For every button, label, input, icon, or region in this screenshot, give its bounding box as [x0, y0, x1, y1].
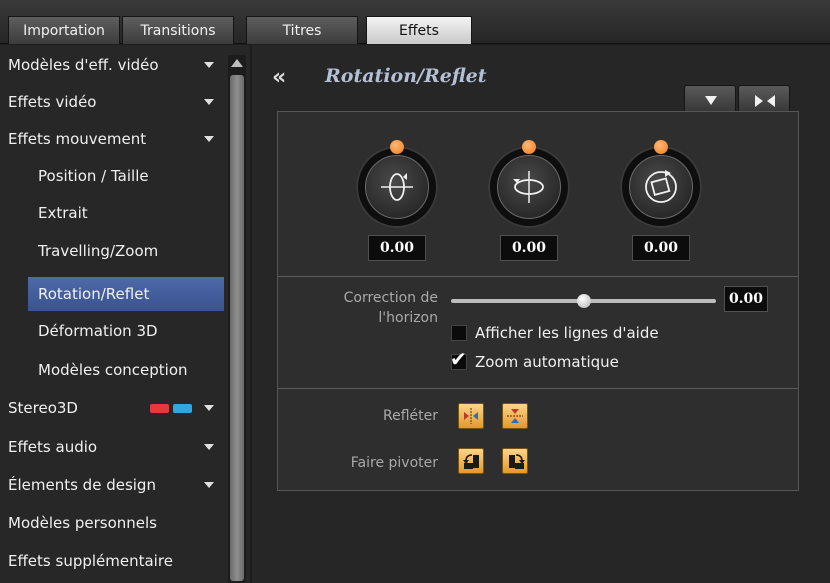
- sidebar-item-rotation-reflet[interactable]: Rotation/Reflet: [28, 277, 224, 311]
- tab-importation[interactable]: Importation: [8, 16, 120, 44]
- sidebar-item-position-taille[interactable]: Position / Taille: [0, 158, 226, 194]
- effect-settings-panel: « Rotation/Reflet 0.00 0.00 0.00 Correct…: [252, 45, 830, 583]
- stereo-3d-glasses-icon: [150, 404, 192, 413]
- dial-knob[interactable]: [390, 140, 404, 154]
- rotate-y-dial[interactable]: [488, 140, 570, 228]
- sidebar-item-modeles-conception[interactable]: Modèles conception: [0, 352, 226, 388]
- sidebar-item-label: Modèles conception: [38, 361, 188, 379]
- rotate-z-axis-icon: [645, 170, 677, 203]
- tab-effets[interactable]: Effets: [366, 16, 472, 44]
- chevron-down-icon: [204, 444, 214, 450]
- sidebar-item-modeles-personnels[interactable]: Modèles personnels: [0, 505, 226, 541]
- arrow-right-icon: [755, 95, 763, 107]
- rotate-label: Faire pivoter: [350, 455, 438, 471]
- rotate-left-button[interactable]: [458, 448, 484, 474]
- rotate-right-icon: [509, 454, 525, 469]
- dial-knob[interactable]: [522, 140, 536, 154]
- sidebar-item-label: Modèles d'eff. vidéo: [8, 56, 159, 74]
- sidebar-item-modeles-eff-video[interactable]: Modèles d'eff. vidéo: [0, 47, 226, 83]
- rotate-x-dial[interactable]: [356, 140, 438, 228]
- sidebar-item-label: Extrait: [38, 204, 88, 222]
- sidebar-item-label: Position / Taille: [38, 167, 149, 185]
- sidebar-item-effets-mouvement[interactable]: Effets mouvement: [0, 121, 226, 157]
- rotate-right-button[interactable]: [502, 448, 528, 474]
- sidebar-item-travelling-zoom[interactable]: Travelling/Zoom: [0, 233, 226, 269]
- rotate-left-icon: [463, 454, 479, 469]
- dial-knob[interactable]: [654, 140, 668, 154]
- panel-title: Rotation/Reflet: [325, 65, 487, 87]
- sidebar-item-deformation-3d[interactable]: Déformation 3D: [0, 313, 226, 349]
- horizon-correction-slider[interactable]: [451, 294, 716, 308]
- checkbox-box[interactable]: ✔: [450, 349, 467, 370]
- sidebar-item-elements-de-design[interactable]: Élements de design: [0, 467, 226, 503]
- auto-zoom-checkbox[interactable]: ✔ Zoom automatique: [450, 349, 619, 372]
- auto-zoom-label: Zoom automatique: [475, 353, 619, 371]
- mirror-horizontal-button[interactable]: [458, 403, 484, 429]
- mirror-vertical-icon: [507, 409, 523, 423]
- tab-titres[interactable]: Titres: [246, 16, 358, 44]
- sidebar-item-label: Modèles personnels: [8, 514, 157, 532]
- horizon-label-line2: l'horizon: [378, 310, 438, 326]
- tab-transitions[interactable]: Transitions: [122, 16, 234, 44]
- sidebar-item-label: Effets mouvement: [8, 130, 147, 148]
- rotate-x-value[interactable]: 0.00: [368, 235, 426, 261]
- horizon-correction-label: Correction de l'horizon: [300, 288, 438, 328]
- triangle-down-icon: [705, 96, 717, 105]
- sidebar-item-label: Stereo3D: [8, 399, 78, 417]
- sidebar-item-label: Élements de design: [8, 476, 156, 494]
- sidebar-item-effets-video[interactable]: Effets vidéo: [0, 84, 226, 120]
- rotate-x-axis-icon: [381, 173, 413, 201]
- chevron-down-icon: [204, 482, 214, 488]
- scroll-up-arrow-icon[interactable]: [231, 59, 243, 67]
- show-guides-checkbox[interactable]: Afficher les lignes d'aide: [451, 323, 659, 343]
- sidebar-item-stereo3d[interactable]: Stereo3D: [0, 390, 226, 426]
- rotate-z-dial[interactable]: [620, 140, 702, 228]
- effects-sidebar: Modèles d'eff. vidéo Effets vidéo Effets…: [0, 45, 250, 583]
- divider: [278, 276, 798, 277]
- arrow-left-icon: [767, 95, 775, 107]
- rotate-z-value[interactable]: 0.00: [632, 235, 690, 261]
- checkbox-box[interactable]: [451, 325, 467, 341]
- chevron-down-icon: [204, 62, 214, 68]
- slider-thumb[interactable]: [576, 294, 591, 308]
- scrollbar-thumb[interactable]: [230, 75, 244, 581]
- sidebar-item-effets-supplementaire[interactable]: Effets supplémentaire: [0, 543, 226, 579]
- horizon-correction-value[interactable]: 0.00: [724, 286, 768, 312]
- divider: [278, 388, 798, 389]
- double-chevron-left-icon[interactable]: «: [272, 65, 286, 90]
- chevron-down-icon: [204, 99, 214, 105]
- sidebar-item-label: Effets supplémentaire: [8, 552, 173, 570]
- rotate-y-value[interactable]: 0.00: [500, 235, 558, 261]
- checkmark-icon: ✔: [450, 347, 467, 371]
- mirror-vertical-button[interactable]: [502, 403, 528, 429]
- sidebar-item-label: Travelling/Zoom: [38, 242, 159, 260]
- mirror-horizontal-icon: [464, 408, 478, 424]
- mirror-label: Refléter: [382, 408, 438, 424]
- tab-bar: Importation Transitions Titres Effets: [0, 0, 830, 44]
- sidebar-scrollbar[interactable]: [228, 55, 246, 583]
- horizon-label-line1: Correction de: [343, 290, 438, 306]
- chevron-down-icon: [204, 136, 214, 142]
- sidebar-item-label: Effets vidéo: [8, 93, 97, 111]
- show-guides-label: Afficher les lignes d'aide: [475, 324, 659, 342]
- sidebar-item-label: Déformation 3D: [38, 322, 158, 340]
- sidebar-item-extrait[interactable]: Extrait: [0, 195, 226, 231]
- chevron-down-icon: [204, 405, 214, 411]
- rotate-y-axis-icon: [513, 171, 544, 203]
- sidebar-item-label: Effets audio: [8, 438, 98, 456]
- rotation-settings-box: 0.00 0.00 0.00 Correction de l'horizon 0…: [277, 111, 799, 491]
- sidebar-item-label: Rotation/Reflet: [38, 285, 150, 303]
- sidebar-item-effets-audio[interactable]: Effets audio: [0, 429, 226, 465]
